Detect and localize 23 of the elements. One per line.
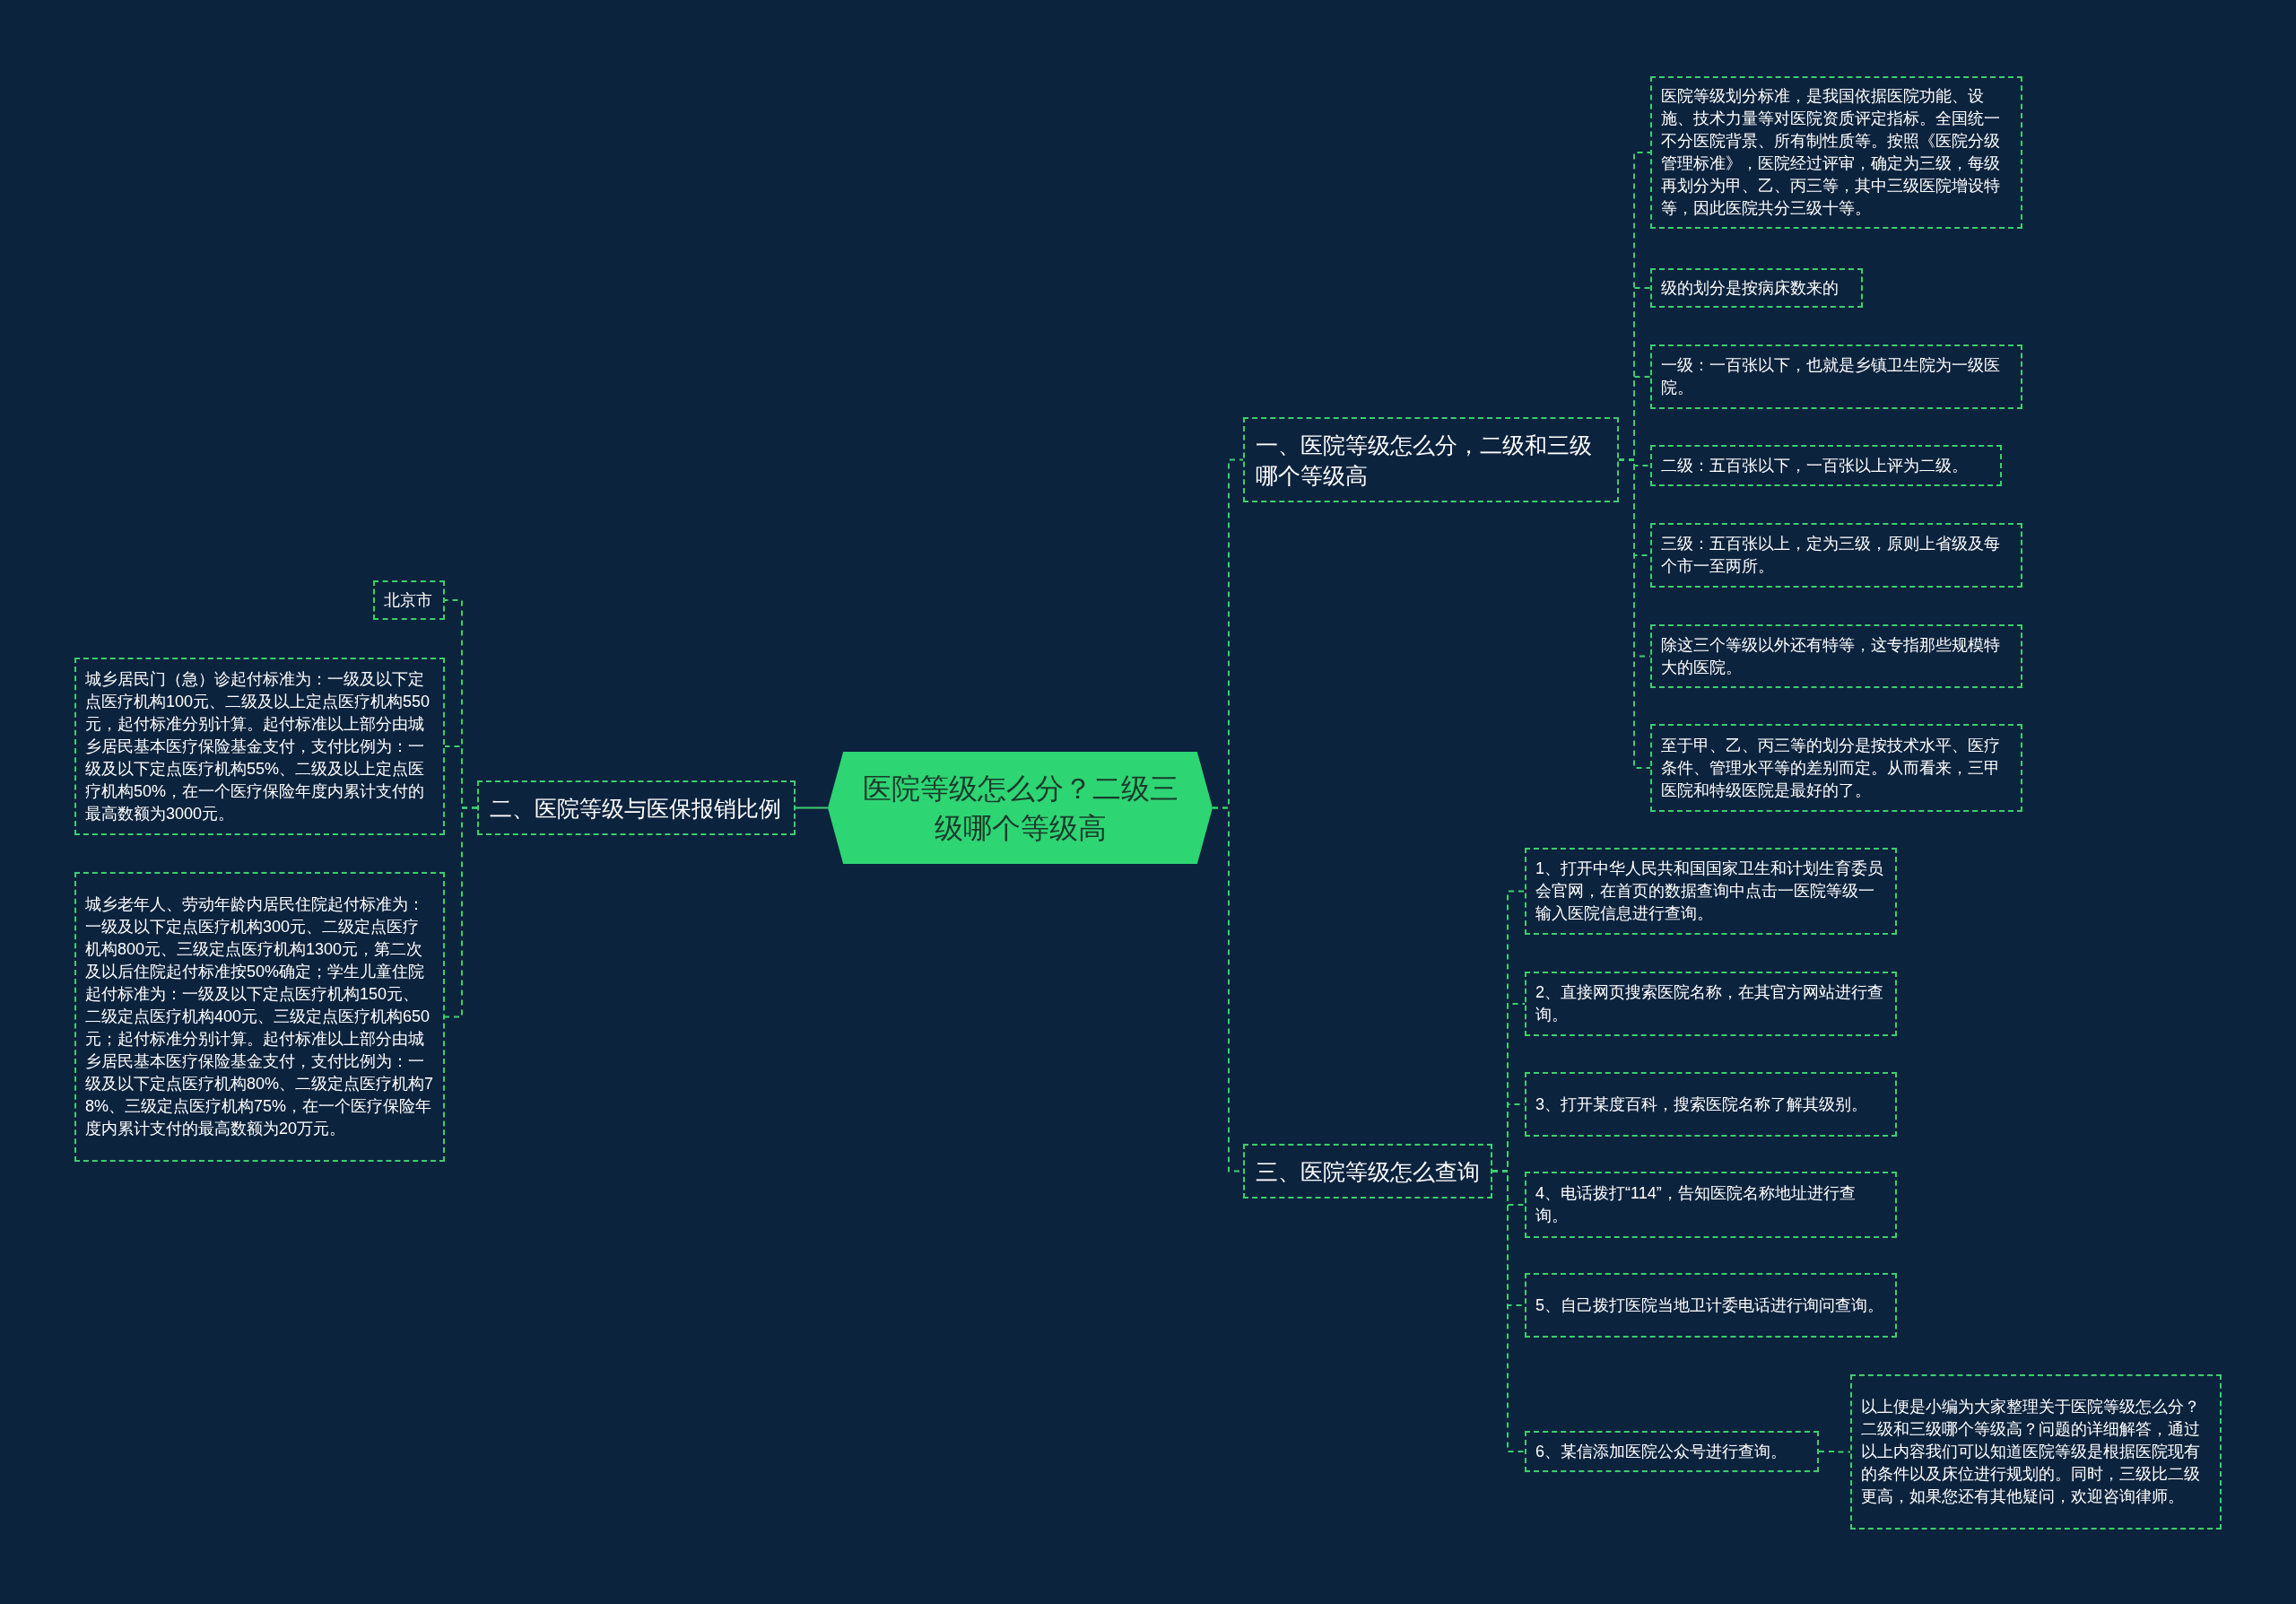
leaf-topic[interactable]: 北京市	[373, 580, 445, 620]
leaf-topic[interactable]: 3、打开某度百科，搜索医院名称了解其级别。	[1525, 1072, 1897, 1137]
leaf-topic[interactable]: 级的划分是按病床数来的	[1650, 268, 1863, 308]
leaf-topic[interactable]: 4、电话拨打“114”，告知医院名称地址进行查询。	[1525, 1172, 1897, 1238]
leaf-topic[interactable]: 除这三个等级以外还有特等，这专指那些规模特大的医院。	[1650, 624, 2022, 688]
leaf-topic[interactable]: 二级：五百张以下，一百张以上评为二级。	[1650, 445, 2002, 486]
leaf-topic[interactable]: 至于甲、乙、丙三等的划分是按技术水平、医疗条件、管理水平等的差别而定。从而看来，三甲医院和特级医院是最好的了。	[1650, 724, 2022, 812]
connector-line	[1818, 1451, 1851, 1453]
leaf-topic[interactable]: 城乡老年人、劳动年龄内居民住院起付标准为：一级及以下定点医疗机构300元、二级定点医疗机构800元、三级定点医疗机构1300元，第二次及以后住院起付标准按50%确定；学生儿童住院起付标准为：一级及以下定点医疗机构150元、二级定点医疗机构400元、三级定点医疗机构650元；起付标准分别计算。起付标准以上部分由城乡居民基本医疗保险基金支付，支付比例为：一级及以下定点医疗机构80%、二级定点医疗机构78%、三级定点医疗机构75%，在一个医疗保险年度内累计支付的最高数额为20万元。	[74, 872, 445, 1162]
leaf-topic[interactable]: 2、直接网页搜索医院名称，在其官方网站进行查询。	[1525, 972, 1897, 1036]
branch-topic[interactable]: 一、医院等级怎么分，二级和三级哪个等级高	[1243, 417, 1619, 502]
leaf-topic[interactable]: 以上便是小编为大家整理关于医院等级怎么分？二级和三级哪个等级高？问题的详细解答，通过以上内容我们可以知道医院等级是根据医院现有的条件以及床位进行规划的。同时，三级比二级更高，如果您还有其他疑问，欢迎咨询律师。	[1850, 1374, 2222, 1530]
leaf-topic[interactable]: 城乡居民门（急）诊起付标准为：一级及以下定点医疗机构100元、二级及以上定点医疗机构550元，起付标准分别计算。起付标准以上部分由城乡居民基本医疗保险基金支付，支付比例为：一级及以下定点医疗机构55%、二级及以上定点医疗机构50%，在一个医疗保险年度内累计支付的最高数额为3000元。	[74, 658, 445, 835]
branch-topic[interactable]: 二、医院等级与医保报销比例	[477, 780, 796, 835]
branch-topic[interactable]: 三、医院等级怎么查询	[1243, 1144, 1492, 1199]
root-topic[interactable]: 医院等级怎么分？二级三级哪个等级高	[828, 752, 1213, 864]
leaf-topic[interactable]: 5、自己拨打医院当地卫计委电话进行询问查询。	[1525, 1273, 1897, 1338]
leaf-topic[interactable]: 医院等级划分标准，是我国依据医院功能、设施、技术力量等对医院资质评定指标。全国统一不分医院背景、所有制性质等。按照《医院分级管理标准》，医院经过评审，确定为三级，每级再划分为甲、乙、丙三等，其中三级医院增设特等，因此医院共分三级十等。	[1650, 76, 2022, 229]
leaf-topic[interactable]: 6、某信添加医院公众号进行查询。	[1525, 1431, 1819, 1472]
leaf-topic[interactable]: 三级：五百张以上，定为三级，原则上省级及每个市一至两所。	[1650, 523, 2022, 588]
leaf-topic[interactable]: 1、打开中华人民共和国国家卫生和计划生育委员会官网，在首页的数据查询中点击一医院等级一输入医院信息进行查询。	[1525, 848, 1897, 935]
connector-line	[795, 806, 829, 809]
leaf-topic[interactable]: 一级：一百张以下，也就是乡镇卫生院为一级医院。	[1650, 344, 2022, 409]
